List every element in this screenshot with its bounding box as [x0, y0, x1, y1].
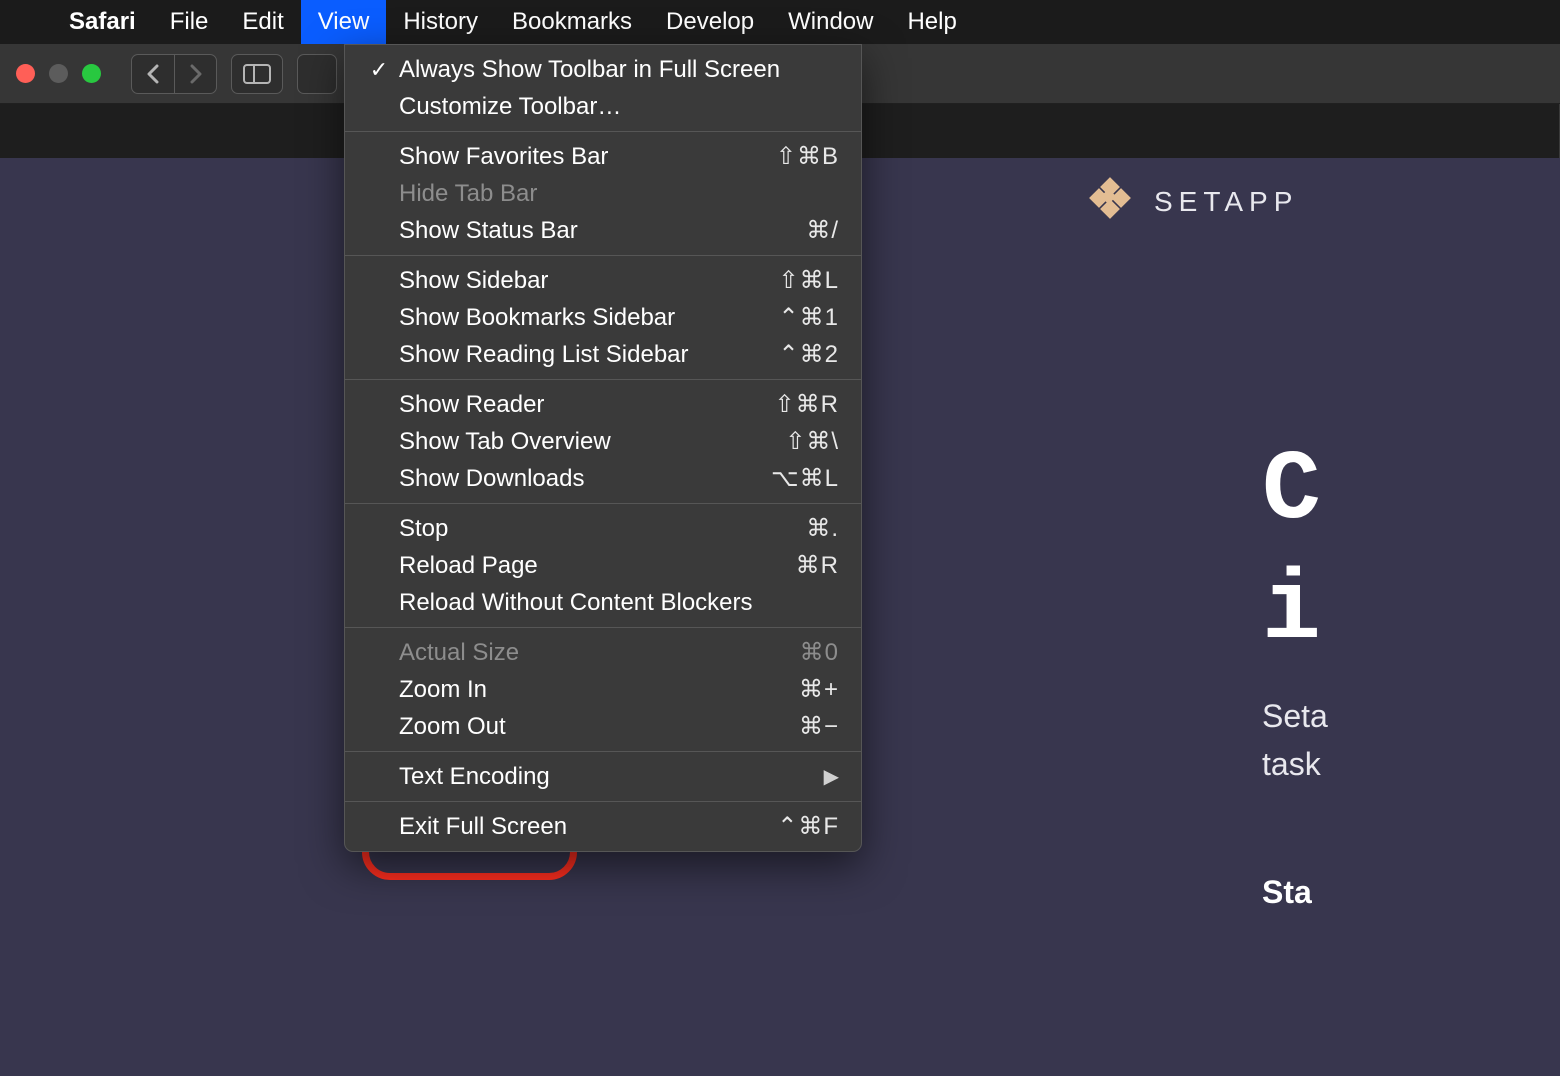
menu-view[interactable]: View [301, 0, 387, 44]
menuitem-show-sidebar[interactable]: Show Sidebar ⇧⌘L [345, 262, 861, 299]
menu-app[interactable]: Safari [52, 0, 153, 44]
menuitem-label: Exit Full Screen [391, 813, 777, 841]
brand: SETAPP [1088, 180, 1298, 224]
back-button[interactable] [132, 55, 174, 93]
menuitem-label: Customize Toolbar… [391, 93, 839, 121]
sidebar-toggle-button[interactable] [231, 54, 283, 94]
menuitem-label: Show Downloads [391, 465, 771, 493]
setapp-logo-icon [1088, 180, 1132, 224]
menu-history[interactable]: History [386, 0, 495, 44]
menuitem-shortcut: ⌘/ [806, 216, 839, 245]
window-controls [16, 64, 101, 83]
menuitem-show-tab-overview[interactable]: Show Tab Overview ⇧⌘\ [345, 423, 861, 460]
menu-bookmarks[interactable]: Bookmarks [495, 0, 649, 44]
menu-separator [345, 801, 861, 802]
menuitem-shortcut: ⇧⌘\ [785, 427, 839, 456]
fullscreen-window-button[interactable] [82, 64, 101, 83]
headline-line-2: i [1262, 556, 1321, 667]
menuitem-shortcut: ⇧⌘B [776, 142, 839, 171]
menuitem-shortcut: ⇧⌘L [779, 266, 839, 295]
menuitem-show-favorites-bar[interactable]: Show Favorites Bar ⇧⌘B [345, 138, 861, 175]
menu-separator [345, 379, 861, 380]
menuitem-shortcut: ⌃⌘F [777, 812, 839, 841]
forward-button[interactable] [174, 55, 216, 93]
menuitem-zoom-out[interactable]: Zoom Out ⌘− [345, 708, 861, 745]
menuitem-shortcut: ⌘R [796, 551, 839, 580]
menu-window[interactable]: Window [771, 0, 890, 44]
menuitem-show-reader[interactable]: Show Reader ⇧⌘R [345, 386, 861, 423]
menuitem-label: Reload Without Content Blockers [391, 589, 839, 617]
menuitem-label: Always Show Toolbar in Full Screen [391, 56, 839, 84]
menuitem-shortcut: ⌘+ [799, 675, 839, 704]
menuitem-actual-size: Actual Size ⌘0 [345, 634, 861, 671]
menu-separator [345, 503, 861, 504]
menuitem-label: Stop [391, 515, 806, 543]
check-icon: ✓ [367, 57, 391, 83]
paragraph-line-2: task [1262, 746, 1321, 783]
menuitem-customize-toolbar[interactable]: Customize Toolbar… [345, 88, 861, 125]
menuitem-label: Zoom Out [391, 713, 799, 741]
menuitem-exit-full-screen[interactable]: Exit Full Screen ⌃⌘F [345, 808, 861, 845]
menuitem-shortcut: ⌘. [806, 514, 839, 543]
menuitem-show-downloads[interactable]: Show Downloads ⌥⌘L [345, 460, 861, 497]
minimize-window-button[interactable] [49, 64, 68, 83]
view-menu-dropdown: ✓ Always Show Toolbar in Full Screen Cus… [344, 44, 862, 852]
menuitem-label: Show Favorites Bar [391, 143, 776, 171]
menuitem-label: Actual Size [391, 639, 800, 667]
menuitem-label: Show Bookmarks Sidebar [391, 304, 779, 332]
menuitem-shortcut: ⌘− [799, 712, 839, 741]
menu-develop[interactable]: Develop [649, 0, 771, 44]
paragraph-line-1: Seta [1262, 698, 1328, 735]
menuitem-zoom-in[interactable]: Zoom In ⌘+ [345, 671, 861, 708]
menuitem-show-bookmarks-sidebar[interactable]: Show Bookmarks Sidebar ⌃⌘1 [345, 299, 861, 336]
menu-edit[interactable]: Edit [225, 0, 300, 44]
menuitem-shortcut: ⌥⌘L [771, 464, 839, 493]
menuitem-always-show-toolbar[interactable]: ✓ Always Show Toolbar in Full Screen [345, 51, 861, 88]
menuitem-label: Hide Tab Bar [391, 180, 839, 208]
menuitem-label: Show Tab Overview [391, 428, 785, 456]
menuitem-hide-tab-bar: Hide Tab Bar [345, 175, 861, 212]
menuitem-shortcut: ⌃⌘1 [779, 303, 839, 332]
menuitem-label: Zoom In [391, 676, 799, 704]
toolbar-extra-button[interactable] [297, 54, 337, 94]
menu-separator [345, 751, 861, 752]
menuitem-shortcut: ⌘0 [800, 638, 839, 667]
menu-file[interactable]: File [153, 0, 226, 44]
menuitem-label: Reload Page [391, 552, 796, 580]
menuitem-show-status-bar[interactable]: Show Status Bar ⌘/ [345, 212, 861, 249]
menuitem-label: Show Reading List Sidebar [391, 341, 779, 369]
nav-buttons [131, 54, 217, 94]
bold-line: Sta [1262, 874, 1312, 911]
menuitem-reload-page[interactable]: Reload Page ⌘R [345, 547, 861, 584]
menuitem-label: Text Encoding [391, 763, 824, 791]
menu-separator [345, 255, 861, 256]
menuitem-shortcut: ⇧⌘R [775, 390, 839, 419]
menuitem-shortcut: ⌃⌘2 [779, 340, 839, 369]
menu-bar: Safari File Edit View History Bookmarks … [0, 0, 1560, 44]
menuitem-stop[interactable]: Stop ⌘. [345, 510, 861, 547]
menuitem-reload-without-blockers[interactable]: Reload Without Content Blockers [345, 584, 861, 621]
brand-name: SETAPP [1154, 186, 1298, 218]
menuitem-label: Show Status Bar [391, 217, 806, 245]
headline-line-1: C [1262, 436, 1321, 547]
menu-separator [345, 131, 861, 132]
close-window-button[interactable] [16, 64, 35, 83]
menuitem-show-reading-list-sidebar[interactable]: Show Reading List Sidebar ⌃⌘2 [345, 336, 861, 373]
menuitem-label: Show Sidebar [391, 267, 779, 295]
menuitem-label: Show Reader [391, 391, 775, 419]
submenu-arrow-icon: ▶ [824, 764, 839, 789]
menu-help[interactable]: Help [890, 0, 973, 44]
menu-separator [345, 627, 861, 628]
menuitem-text-encoding[interactable]: Text Encoding ▶ [345, 758, 861, 795]
